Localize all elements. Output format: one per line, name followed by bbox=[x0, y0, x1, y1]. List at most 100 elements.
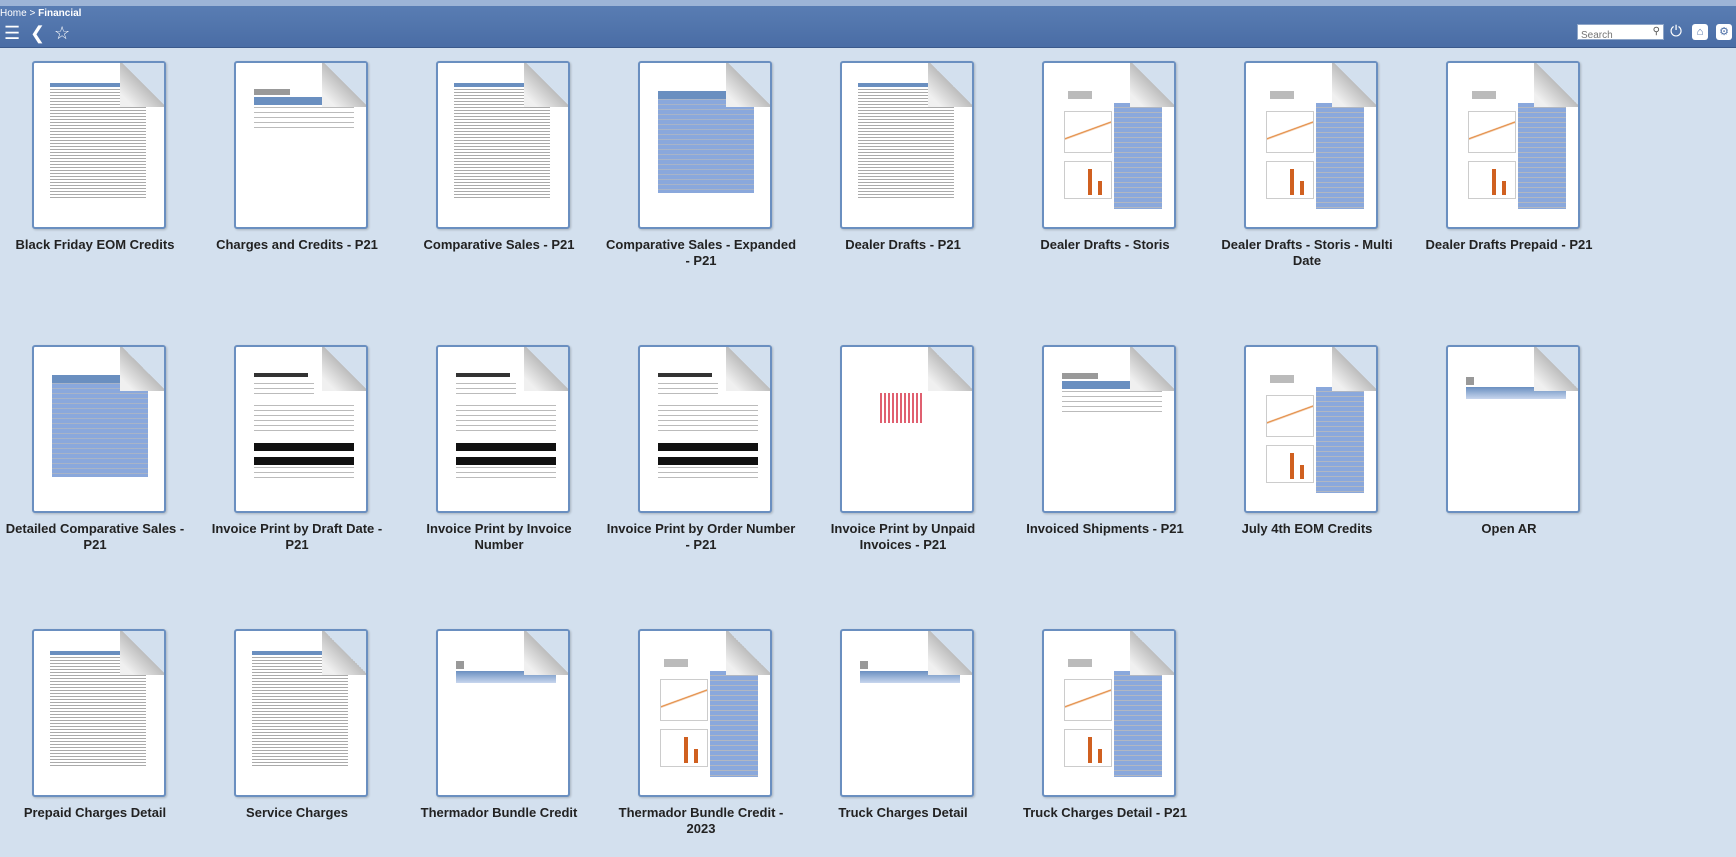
thumbnail-graphic bbox=[1270, 91, 1294, 99]
thumbnail-graphic bbox=[664, 659, 688, 667]
thumbnail-graphic bbox=[1300, 181, 1304, 195]
page-fold-icon bbox=[1130, 63, 1174, 107]
header-bar: Home > Financial ☰ ❮ ☆ ⚲ ⏻ ⌂ ⚙ bbox=[0, 0, 1736, 48]
hamburger-menu-icon[interactable]: ☰ bbox=[4, 24, 20, 42]
report-label[interactable]: Invoiced Shipments - P21 bbox=[1010, 521, 1200, 537]
thumbnail-graphic bbox=[456, 457, 556, 465]
report-label[interactable]: Prepaid Charges Detail bbox=[0, 805, 190, 821]
thumbnail-graphic bbox=[1098, 181, 1102, 195]
report-thumbnail[interactable] bbox=[840, 345, 974, 513]
report-label[interactable]: Thermador Bundle Credit - 2023 bbox=[606, 805, 796, 837]
report-thumbnail[interactable] bbox=[234, 629, 368, 797]
page-fold-icon bbox=[1130, 631, 1174, 675]
thumbnail-graphic bbox=[456, 467, 556, 479]
thumbnail-graphic bbox=[252, 651, 332, 655]
report-label[interactable]: Dealer Drafts - Storis bbox=[1010, 237, 1200, 253]
report-thumbnail[interactable] bbox=[436, 61, 570, 229]
thumbnail-graphic bbox=[254, 457, 354, 465]
report-label[interactable]: Invoice Print by Invoice Number bbox=[404, 521, 594, 553]
thumbnail-graphic bbox=[1290, 169, 1294, 195]
report-thumbnail[interactable] bbox=[1446, 345, 1580, 513]
thumbnail-graphic bbox=[658, 405, 758, 433]
report-thumbnail[interactable] bbox=[32, 61, 166, 229]
page-fold-icon bbox=[524, 347, 568, 391]
search-input[interactable] bbox=[1578, 28, 1649, 43]
report-label[interactable]: Charges and Credits - P21 bbox=[202, 237, 392, 253]
thumbnail-graphic bbox=[710, 675, 758, 777]
report-thumbnail[interactable] bbox=[1042, 629, 1176, 797]
search-icon[interactable]: ⚲ bbox=[1653, 26, 1660, 37]
report-thumbnail[interactable] bbox=[436, 345, 570, 513]
report-label[interactable]: Truck Charges Detail bbox=[808, 805, 998, 821]
thumbnail-graphic bbox=[1098, 749, 1102, 763]
page-fold-icon bbox=[928, 631, 972, 675]
thumbnail-graphic bbox=[1472, 91, 1496, 99]
thumbnail-graphic bbox=[1064, 679, 1112, 721]
report-thumbnail[interactable] bbox=[638, 629, 772, 797]
report-label[interactable]: Black Friday EOM Credits bbox=[0, 237, 190, 253]
report-thumbnail[interactable] bbox=[638, 345, 772, 513]
report-thumbnail[interactable] bbox=[436, 629, 570, 797]
thumbnail-graphic bbox=[1270, 375, 1294, 383]
report-label[interactable]: Truck Charges Detail - P21 bbox=[1010, 805, 1200, 821]
thumbnail-graphic bbox=[52, 383, 148, 477]
report-label[interactable]: Detailed Comparative Sales - P21 bbox=[0, 521, 190, 553]
report-label[interactable]: Service Charges bbox=[202, 805, 392, 821]
report-label[interactable]: Comparative Sales - P21 bbox=[404, 237, 594, 253]
report-thumbnail[interactable] bbox=[840, 629, 974, 797]
report-thumbnail[interactable] bbox=[32, 345, 166, 513]
thumbnail-graphic bbox=[50, 83, 130, 87]
report-thumbnail[interactable] bbox=[1042, 61, 1176, 229]
thumbnail-graphic bbox=[1502, 181, 1506, 195]
star-icon[interactable]: ☆ bbox=[54, 24, 70, 42]
report-label[interactable]: Invoice Print by Draft Date - P21 bbox=[202, 521, 392, 553]
page-fold-icon bbox=[1332, 347, 1376, 391]
settings-icon[interactable]: ⚙ bbox=[1716, 24, 1732, 40]
report-label[interactable]: Invoice Print by Unpaid Invoices - P21 bbox=[808, 521, 998, 553]
thumbnail-graphic bbox=[694, 749, 698, 763]
thumbnail-graphic bbox=[658, 99, 754, 193]
report-thumbnail[interactable] bbox=[234, 345, 368, 513]
report-label[interactable]: Comparative Sales - Expanded - P21 bbox=[606, 237, 796, 269]
report-thumbnail[interactable] bbox=[1244, 61, 1378, 229]
thumbnail-graphic bbox=[1468, 111, 1516, 153]
thumbnail-graphic bbox=[1316, 107, 1364, 209]
report-thumbnail[interactable] bbox=[840, 61, 974, 229]
thumbnail-graphic bbox=[456, 373, 510, 377]
report-thumbnail[interactable] bbox=[32, 629, 166, 797]
thumbnail-graphic bbox=[1266, 111, 1314, 153]
thumbnail-graphic bbox=[1068, 659, 1092, 667]
thumbnail-graphic bbox=[1068, 91, 1092, 99]
report-thumbnail[interactable] bbox=[1244, 345, 1378, 513]
thumbnail-graphic bbox=[1064, 111, 1112, 153]
report-label[interactable]: Dealer Drafts - P21 bbox=[808, 237, 998, 253]
thumbnail-graphic bbox=[658, 467, 758, 479]
power-icon[interactable]: ⏻ bbox=[1668, 24, 1684, 40]
thumbnail-graphic bbox=[1492, 169, 1496, 195]
search-box: ⚲ bbox=[1577, 24, 1664, 43]
page-fold-icon bbox=[1130, 347, 1174, 391]
thumbnail-graphic bbox=[684, 737, 688, 763]
thumbnail-graphic bbox=[454, 83, 534, 87]
report-label[interactable]: Open AR bbox=[1414, 521, 1604, 537]
back-arrow-icon[interactable]: ❮ bbox=[30, 24, 45, 42]
page-fold-icon bbox=[726, 631, 770, 675]
report-label[interactable]: Thermador Bundle Credit bbox=[404, 805, 594, 821]
thumbnail-graphic bbox=[658, 457, 758, 465]
report-label[interactable]: July 4th EOM Credits bbox=[1212, 521, 1402, 537]
report-thumbnail[interactable] bbox=[234, 61, 368, 229]
home-icon[interactable]: ⌂ bbox=[1692, 24, 1708, 40]
thumbnail-graphic bbox=[1088, 737, 1092, 763]
report-thumbnail[interactable] bbox=[638, 61, 772, 229]
thumbnail-graphic bbox=[658, 373, 712, 377]
report-thumbnail[interactable] bbox=[1446, 61, 1580, 229]
page-fold-icon bbox=[1534, 347, 1578, 391]
page-fold-icon bbox=[928, 347, 972, 391]
thumbnail-graphic bbox=[1114, 675, 1162, 777]
report-label[interactable]: Dealer Drafts - Storis - Multi Date bbox=[1212, 237, 1402, 269]
breadcrumb-current: Financial bbox=[38, 8, 82, 19]
report-label[interactable]: Dealer Drafts Prepaid - P21 bbox=[1414, 237, 1604, 253]
report-label[interactable]: Invoice Print by Order Number - P21 bbox=[606, 521, 796, 553]
breadcrumb-home[interactable]: Home bbox=[0, 8, 27, 19]
report-thumbnail[interactable] bbox=[1042, 345, 1176, 513]
